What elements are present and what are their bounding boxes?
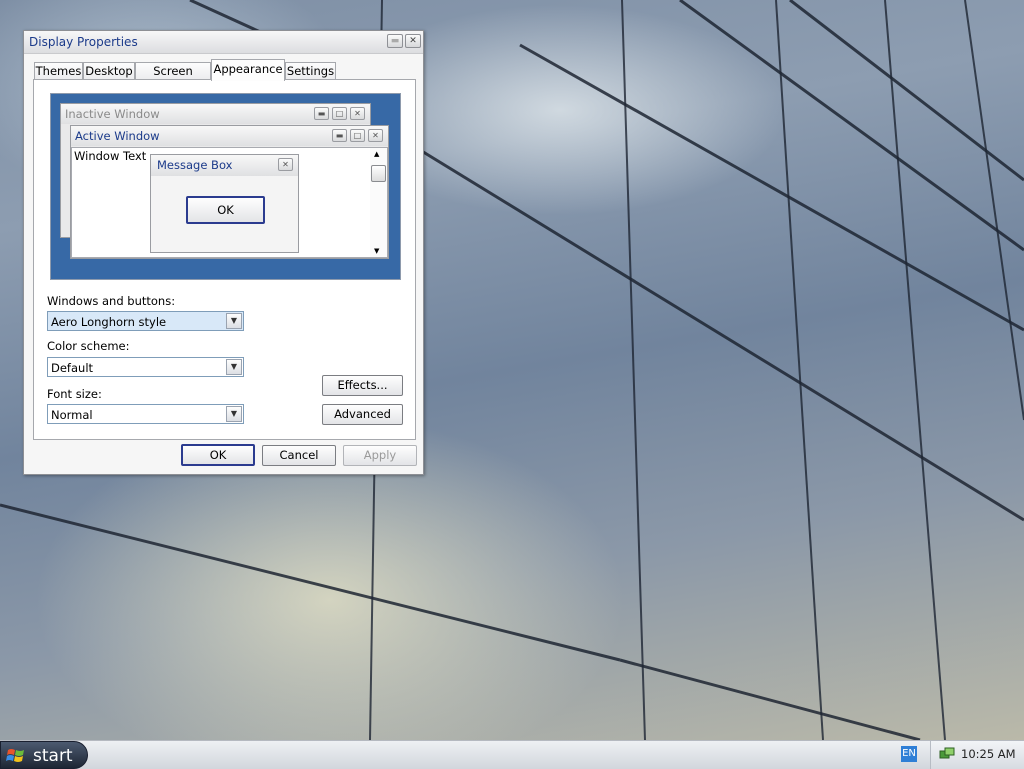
windows-buttons-value: Aero Longhorn style — [51, 315, 167, 329]
tab-themes[interactable]: Themes — [34, 62, 83, 80]
advanced-button[interactable]: Advanced — [322, 404, 403, 425]
start-label: start — [33, 746, 73, 766]
maximize-icon: □ — [332, 107, 347, 120]
tab-screen-saver[interactable]: Screen Saver — [135, 62, 211, 95]
apply-button[interactable]: Apply — [343, 445, 417, 466]
preview-message-box: Message Box ✕ OK — [150, 154, 299, 253]
network-icon[interactable] — [939, 746, 955, 762]
close-icon: ✕ — [350, 107, 365, 120]
tab-appearance[interactable]: Appearance — [211, 59, 285, 81]
scroll-thumb — [371, 165, 386, 182]
close-icon: ✕ — [368, 129, 383, 142]
minimize-icon: ▬ — [332, 129, 347, 142]
preview-scrollbar: ▲ ▼ — [370, 148, 387, 257]
inactive-window-title: Inactive Window — [65, 107, 160, 121]
cancel-button[interactable]: Cancel — [262, 445, 336, 466]
windows-logo-icon — [6, 749, 24, 762]
chevron-down-icon[interactable]: ▼ — [226, 406, 242, 422]
maximize-icon: □ — [350, 129, 365, 142]
font-size-value: Normal — [51, 408, 93, 422]
display-properties-window: Display Properties ▬ ✕ Themes Desktop Sc… — [23, 30, 424, 475]
message-box-title-bar: Message Box ✕ — [151, 155, 298, 176]
tab-settings[interactable]: Settings — [285, 62, 336, 80]
appearance-tab-panel: Inactive Window ▬ □ ✕ Active Window ▬ □ … — [33, 79, 416, 440]
message-box-ok-button: OK — [186, 196, 265, 224]
font-size-label: Font size: — [47, 387, 102, 401]
effects-button[interactable]: Effects... — [322, 375, 403, 396]
start-button[interactable]: start — [0, 741, 88, 769]
chevron-down-icon[interactable]: ▼ — [226, 359, 242, 375]
active-title-bar: Active Window ▬ □ ✕ — [71, 126, 388, 146]
windows-buttons-select[interactable]: Aero Longhorn style ▼ — [47, 311, 244, 331]
scroll-up-icon: ▲ — [374, 150, 380, 158]
clock[interactable]: 10:25 AM — [961, 747, 1016, 761]
color-scheme-value: Default — [51, 361, 94, 375]
close-icon: ✕ — [278, 158, 293, 171]
title-bar[interactable]: Display Properties ▬ ✕ — [24, 31, 423, 54]
language-indicator[interactable]: EN — [901, 746, 917, 762]
message-box-title: Message Box — [157, 158, 233, 172]
message-box-body: OK — [151, 176, 298, 252]
inactive-title-bar: Inactive Window ▬ □ ✕ — [61, 104, 370, 124]
help-icon[interactable]: ▬ — [387, 34, 403, 48]
taskbar: start EN 10:25 AM — [0, 740, 1024, 769]
color-scheme-select[interactable]: Default ▼ — [47, 357, 244, 377]
ok-button[interactable]: OK — [181, 444, 255, 466]
windows-buttons-label: Windows and buttons: — [47, 294, 176, 308]
tab-desktop[interactable]: Desktop — [83, 62, 135, 80]
system-tray: 10:25 AM — [930, 741, 1024, 769]
scroll-down-icon: ▼ — [374, 247, 380, 255]
font-size-select[interactable]: Normal ▼ — [47, 404, 244, 424]
active-window-title: Active Window — [75, 129, 160, 143]
dialog-client-area: Themes Desktop Screen Saver Appearance S… — [24, 54, 423, 474]
window-text-sample: Window Text — [74, 149, 147, 163]
minimize-icon: ▬ — [314, 107, 329, 120]
appearance-preview: Inactive Window ▬ □ ✕ Active Window ▬ □ … — [50, 93, 401, 280]
close-icon[interactable]: ✕ — [405, 34, 421, 48]
window-title: Display Properties — [29, 35, 138, 49]
color-scheme-label: Color scheme: — [47, 339, 130, 353]
chevron-down-icon[interactable]: ▼ — [226, 313, 242, 329]
